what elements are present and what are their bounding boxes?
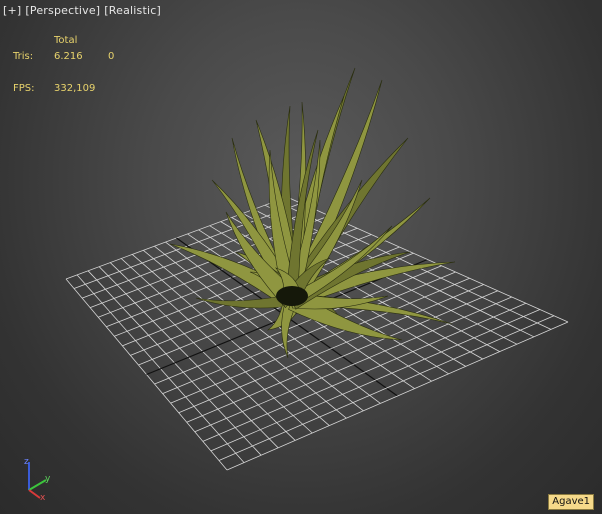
axis-z-label: z [24, 457, 29, 467]
axis-gizmo: z y x [24, 457, 51, 503]
axis-x-line [28, 489, 41, 499]
agave-core [276, 286, 308, 306]
grid-line [210, 309, 541, 452]
grid-line [202, 302, 527, 442]
axis-y-line [28, 479, 47, 491]
selected-object-label[interactable]: Agave1 [548, 494, 594, 510]
axis-y-label: y [45, 474, 51, 484]
axis-x-label: x [40, 493, 46, 503]
agave-plant-mesh[interactable] [169, 67, 456, 359]
viewport-scene[interactable]: z y x [0, 0, 602, 514]
